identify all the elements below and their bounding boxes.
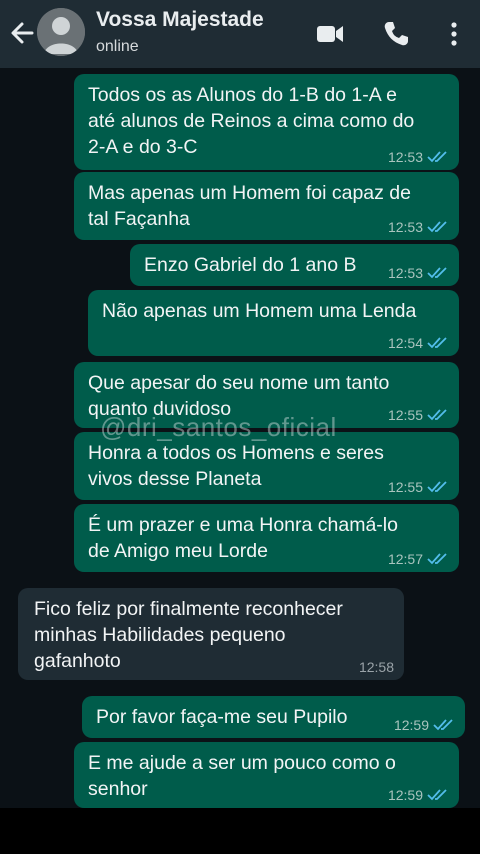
system-navigation-bar [0,808,480,854]
read-receipt-icon [433,719,453,731]
video-call-icon[interactable] [314,18,346,50]
read-receipt-icon [427,151,447,163]
message-bubble-outgoing[interactable]: E me ajude a ser um pouco como o senhor … [74,742,459,808]
message-bubble-outgoing[interactable]: Por favor faça-me seu Pupilo 12:59 [82,696,465,738]
phone-icon[interactable] [380,18,412,50]
read-receipt-icon [427,267,447,279]
message-bubble-outgoing[interactable]: Enzo Gabriel do 1 ano B 12:53 [130,244,459,286]
more-options-icon[interactable] [438,18,470,50]
message-bubble-outgoing[interactable]: É um prazer e uma Honra chamá-lo de Amig… [74,504,459,572]
back-arrow-icon[interactable] [8,18,36,48]
message-time: 12:55 [387,407,423,423]
message-text: Fico feliz por finalmente reconhecer min… [34,598,343,672]
message-time: 12:57 [387,551,423,567]
read-receipt-icon [427,221,447,233]
read-receipt-icon [427,789,447,801]
message-time: 12:59 [393,717,429,733]
default-avatar-icon [37,8,85,56]
message-time: 12:59 [387,787,423,803]
contact-name[interactable]: Vossa Majestade [96,8,264,32]
message-text: Não apenas um Homem uma Lenda [102,300,417,322]
message-time: 12:55 [387,479,423,495]
message-bubble-outgoing[interactable]: Não apenas um Homem uma Lenda 12:54 [88,290,459,356]
read-receipt-icon [427,553,447,565]
avatar[interactable] [37,8,85,56]
read-receipt-icon [427,337,447,349]
message-time: 12:54 [387,335,423,351]
message-time: 12:53 [387,219,423,235]
watermark-text: @dri_santos_oficial [100,412,337,442]
message-time: 12:53 [387,265,423,281]
chat-header: Vossa Majestade online [0,0,480,68]
message-time: 12:58 [358,659,394,675]
message-bubble-incoming[interactable]: Fico feliz por finalmente reconhecer min… [18,588,404,680]
message-bubble-outgoing[interactable]: Todos os as Alunos do 1-B do 1-A e até a… [74,74,459,170]
message-bubble-outgoing[interactable]: Mas apenas um Homem foi capaz de tal Faç… [74,172,459,240]
read-receipt-icon [427,481,447,493]
message-time: 12:53 [387,149,423,165]
read-receipt-icon [427,409,447,421]
contact-status: online [96,38,139,55]
